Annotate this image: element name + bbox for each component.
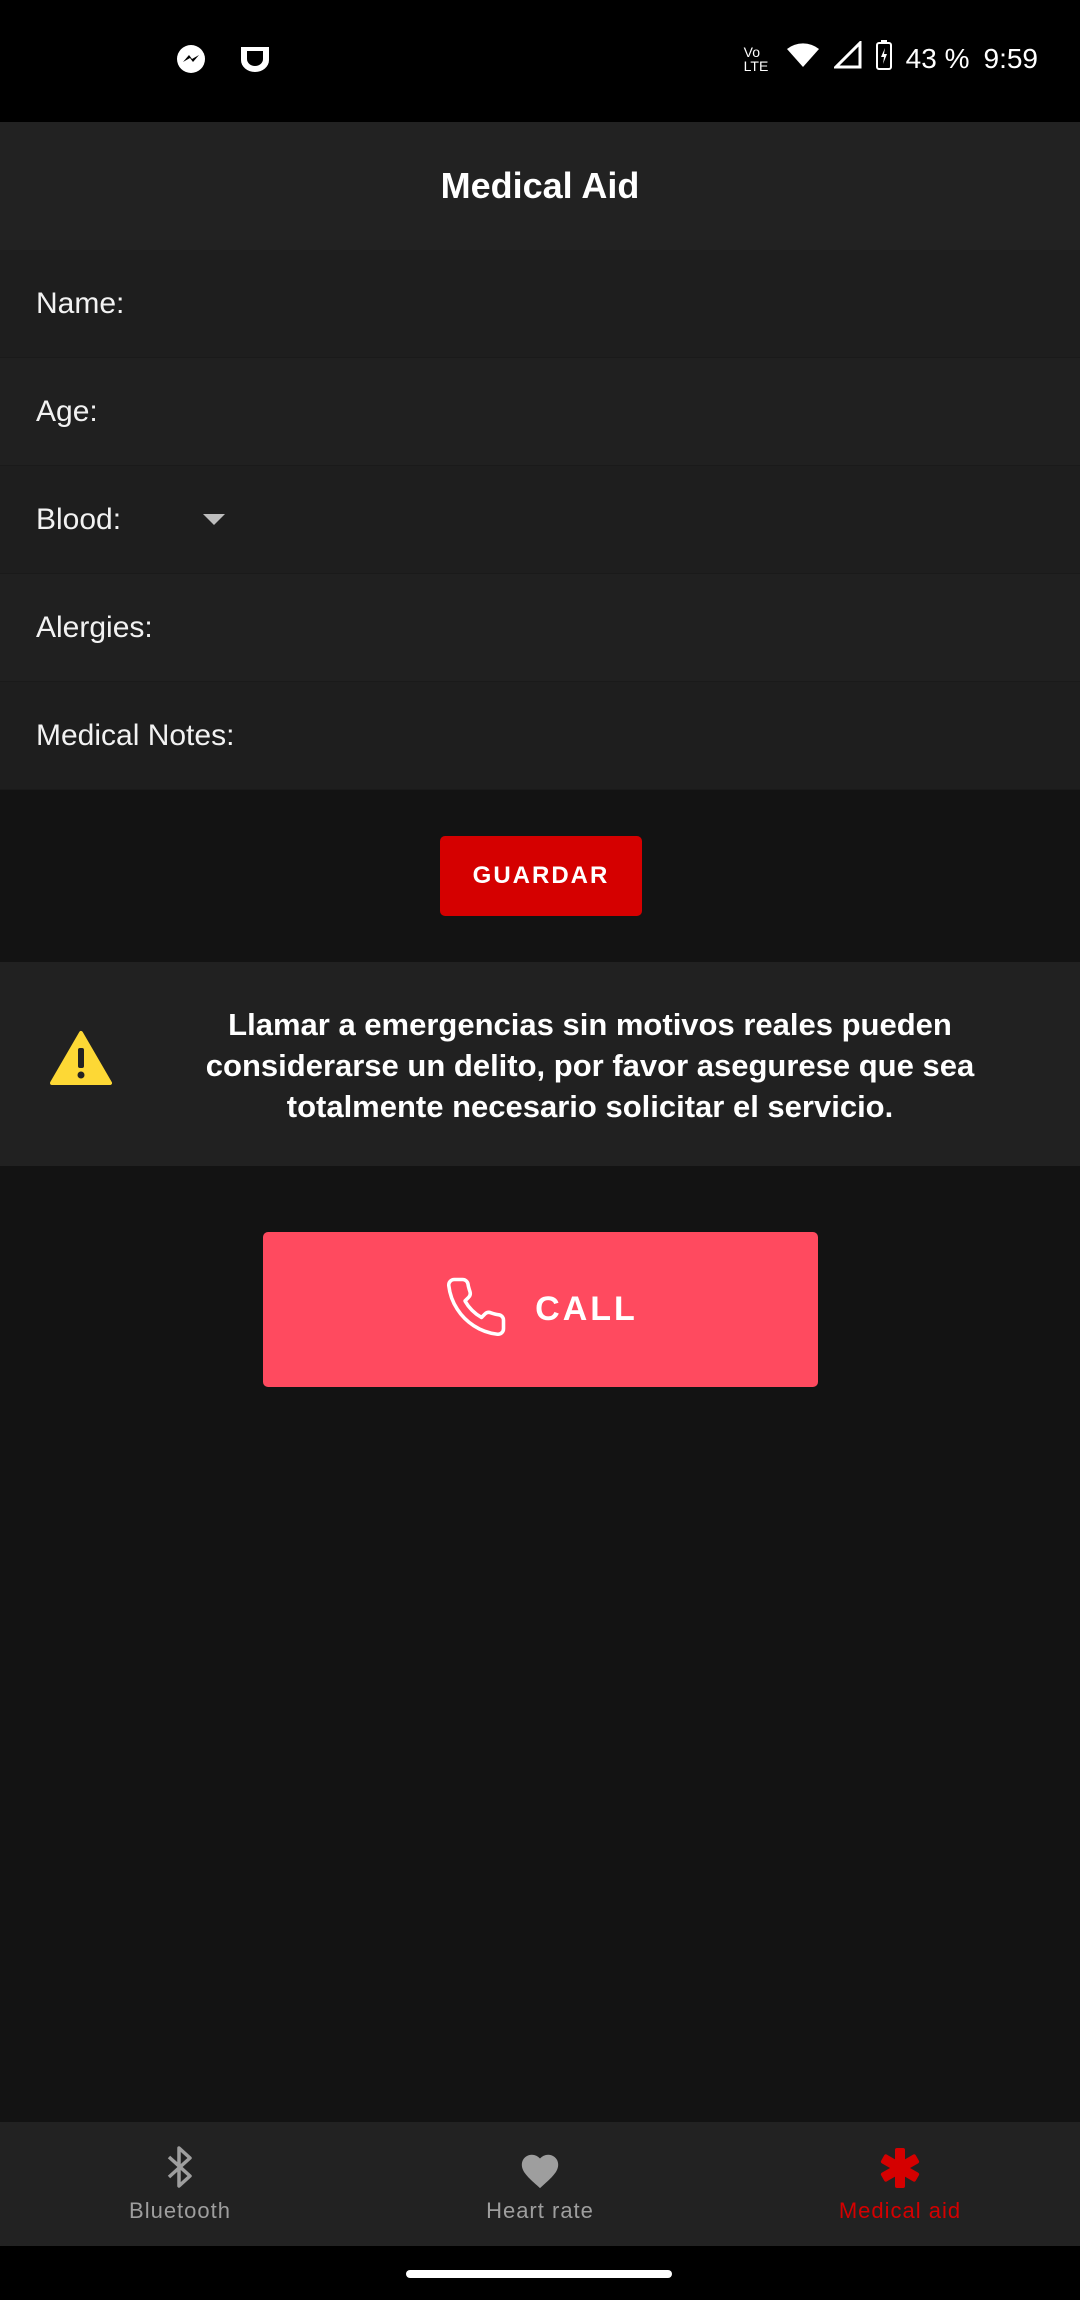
messenger-icon [176,44,206,79]
battery-percent: 43 % [905,42,970,74]
heart-icon [518,2144,562,2190]
system-navigation-area [0,2246,1080,2300]
status-bar: Vo LTE 43 % 9:59 [0,0,1080,122]
age-label: Age: [36,394,98,428]
nav-item-bluetooth[interactable]: Bluetooth [0,2122,360,2246]
bottom-navigation: Bluetooth Heart rate Medical aid [0,2122,1080,2246]
nav-label-heart-rate: Heart rate [486,2198,594,2223]
call-button[interactable]: CALL [263,1232,818,1387]
phone-icon [443,1274,509,1345]
age-field[interactable]: Age: [0,358,1080,466]
page-title: Medical Aid [440,165,640,206]
medical-asterisk-icon [878,2144,922,2190]
wifi-icon [786,41,820,76]
name-label: Name: [36,286,125,320]
warning-icon [50,1030,112,1091]
medical-form: Name: Age: Blood: Alergies: Medical Note… [0,250,1080,790]
save-section: GUARDAR [0,792,1080,960]
blood-type-field[interactable]: Blood: [0,466,1080,574]
clock: 9:59 [983,42,1039,74]
call-label: CALL [535,1290,638,1328]
medical-notes-label: Medical Notes: [36,718,235,752]
bluetooth-icon [165,2144,195,2190]
nav-label-bluetooth: Bluetooth [129,2198,231,2223]
nav-item-medical-aid[interactable]: Medical aid [720,2122,1080,2246]
warning-text: Llamar a emergencias sin motivos reales … [205,1007,975,1124]
allergies-label: Alergies: [36,610,153,644]
name-field[interactable]: Name: [0,250,1080,358]
nav-label-medical-aid: Medical aid [838,2198,962,2223]
volte-icon: Vo LTE [743,43,769,74]
allergies-field[interactable]: Alergies: [0,574,1080,682]
medical-notes-field[interactable]: Medical Notes: [0,682,1080,790]
app-bar: Medical Aid [0,122,1080,250]
home-gesture-bar[interactable] [406,2270,672,2278]
battery-charging-icon [875,40,892,77]
dropdown-arrow-icon[interactable] [203,514,226,525]
blood-label: Blood: [36,502,122,536]
app-notification-icon [238,44,272,79]
warning-banner: Llamar a emergencias sin motivos reales … [0,962,1080,1166]
nav-item-heart-rate[interactable]: Heart rate [360,2122,720,2246]
save-button[interactable]: GUARDAR [440,836,642,916]
cell-signal-icon [832,39,862,76]
